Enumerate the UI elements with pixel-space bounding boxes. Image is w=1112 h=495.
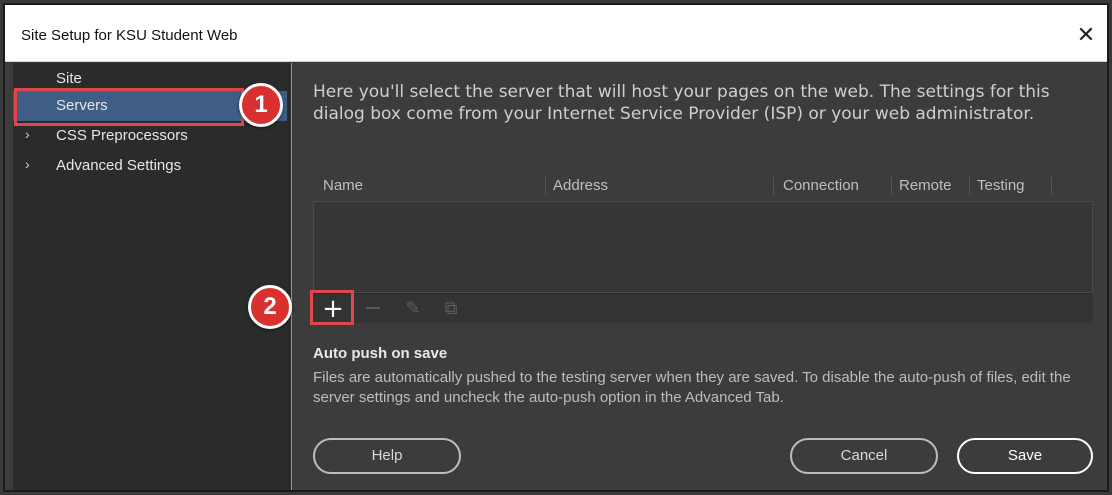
column-header-address[interactable]: Address [553,177,608,194]
column-divider [891,177,892,195]
close-icon[interactable]: ✕ [1073,23,1099,49]
servers-table-header: Name Address Connection Remote Testing [313,173,1093,199]
sidebar: Site Servers › CSS Preprocessors › Advan… [13,63,292,490]
title-bar: Site Setup for KSU Student Web ✕ [5,5,1107,62]
cancel-button[interactable]: Cancel [790,438,938,474]
sidebar-item-advanced-settings[interactable]: › Advanced Settings [13,151,287,181]
edit-server-icon[interactable]: ✎ [399,296,427,322]
site-setup-dialog: Site Setup for KSU Student Web ✕ Site Se… [3,3,1109,492]
column-divider [545,177,546,195]
callout-badge-2: 2 [248,285,292,329]
servers-highlight [14,88,244,126]
help-button[interactable]: Help [313,438,461,474]
sidebar-item-label: CSS Preprocessors [56,127,188,144]
servers-panel: Here you'll select the server that will … [293,63,1108,490]
column-header-testing[interactable]: Testing [977,177,1025,194]
autopush-description: Files are automatically pushed to the te… [313,369,1071,406]
add-button-highlight [310,290,354,325]
sidebar-item-label: Advanced Settings [56,157,182,174]
intro-text: Here you'll select the server that will … [313,82,1050,124]
column-divider [969,177,970,195]
servers-toolbar: + − ✎ ⧉ [313,293,1093,323]
remove-server-icon[interactable]: − [359,296,387,322]
sidebar-item-label: Site [56,70,82,87]
servers-list[interactable] [313,201,1093,293]
duplicate-server-icon[interactable]: ⧉ [437,296,465,322]
callout-badge-1: 1 [239,83,283,127]
dialog-title: Site Setup for KSU Student Web [21,27,238,44]
column-divider [1051,177,1052,195]
chevron-right-icon: › [25,126,30,142]
column-header-connection[interactable]: Connection [783,177,859,194]
autopush-title: Auto push on save [313,345,448,362]
chevron-right-icon: › [25,156,30,172]
column-divider [773,177,774,195]
save-button[interactable]: Save [957,438,1093,474]
column-header-name[interactable]: Name [323,177,363,194]
column-header-remote[interactable]: Remote [899,177,952,194]
